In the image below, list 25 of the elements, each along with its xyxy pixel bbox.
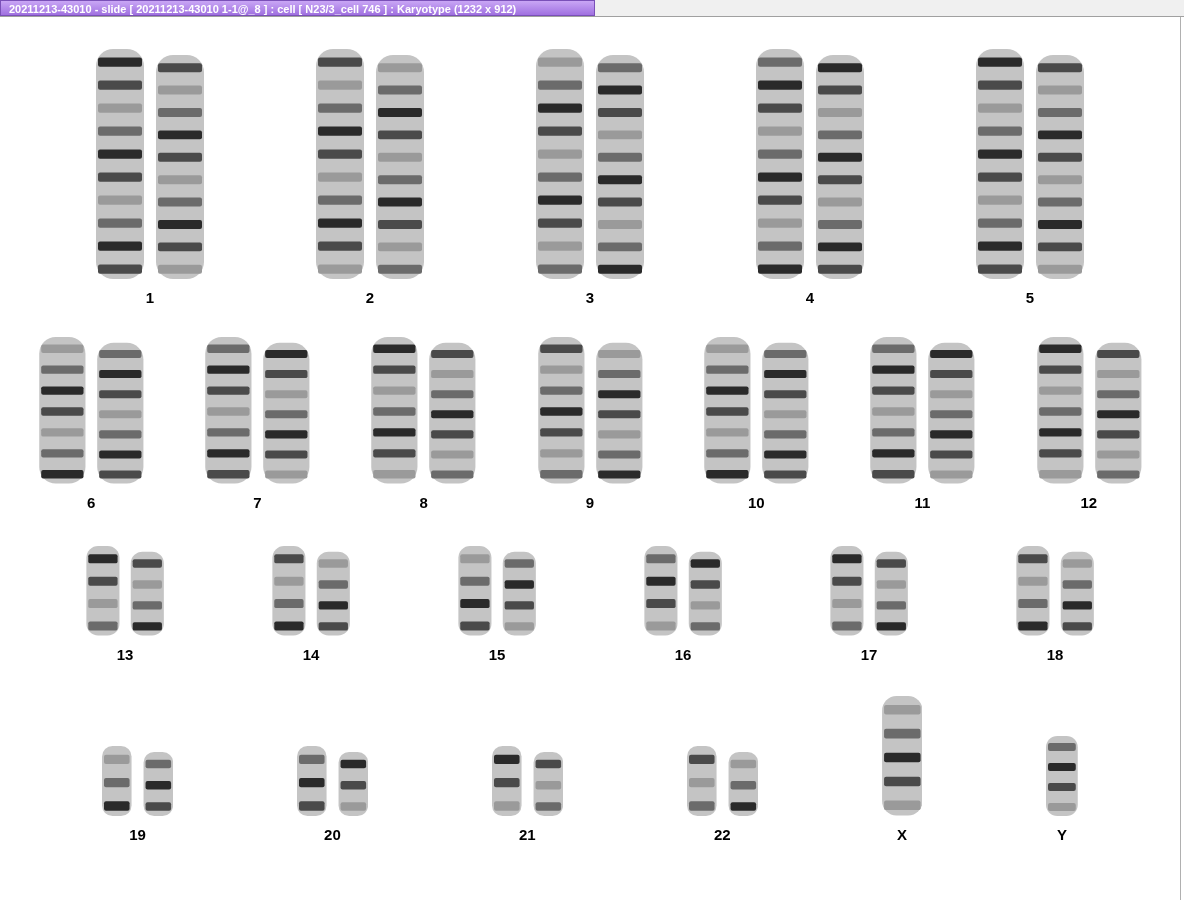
chromosome-number: 9: [585, 492, 595, 513]
chromosome-number: 4: [805, 287, 815, 308]
chromosome-number: 8: [419, 492, 428, 513]
chromosome-number: 2: [365, 287, 375, 308]
chromosome-number: Y: [1057, 824, 1068, 845]
chromosome-number: 18: [1046, 644, 1064, 665]
chromosome-number: 6: [86, 492, 96, 513]
chromosome-number: 22: [714, 824, 731, 845]
chromosome-number: X: [897, 824, 908, 845]
chromosome-number: 19: [129, 824, 146, 845]
chromosome-number: 11: [914, 492, 931, 513]
chromosome-number: 16: [674, 644, 692, 665]
chromosome-number: 10: [747, 492, 765, 513]
chromosome-number: 12: [1080, 492, 1098, 513]
chromosome-number: 1: [145, 287, 155, 308]
chromosome-number: 14: [302, 644, 320, 665]
chromosome-number: 21: [519, 824, 536, 845]
chromosome-number: 5: [1025, 287, 1035, 308]
chromosome-number: 15: [488, 644, 506, 665]
chromosome-number: 7: [253, 492, 262, 513]
chromosome-number: 3: [585, 287, 595, 308]
chromosome-number: 17: [860, 644, 878, 665]
chromosome-number: 20: [324, 824, 341, 845]
chromosome-number: 13: [116, 644, 134, 665]
window-title[interactable]: 20211213-43010 - slide [ 20211213-43010 1-1@_8 ] : cell [ N23/3_cell 746 ] : Karyotype (1232 x 912): [0, 0, 595, 16]
